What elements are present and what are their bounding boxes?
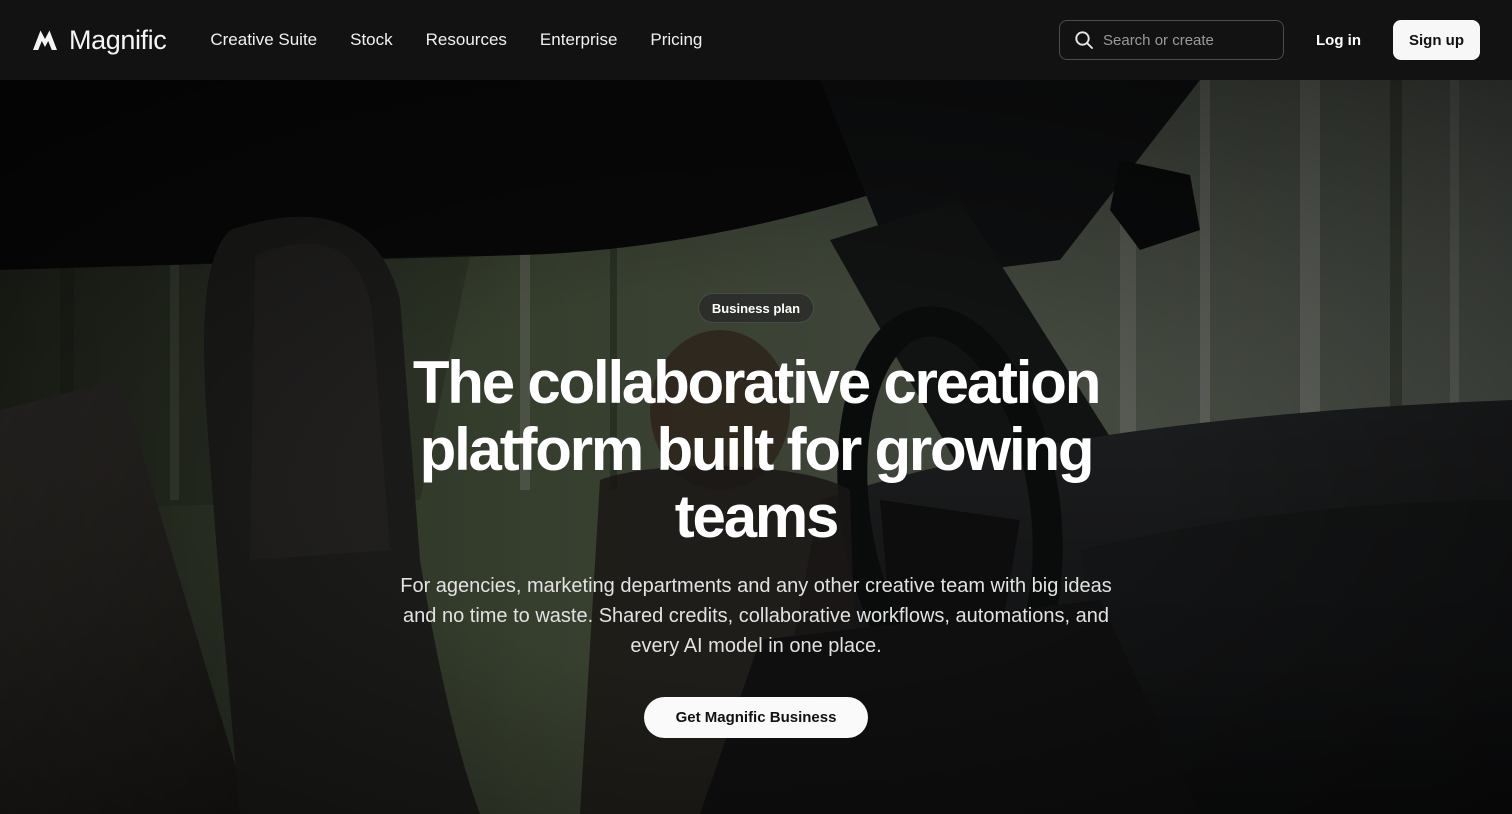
top-navigation-bar: Magnific Creative Suite Stock Resources … <box>0 0 1512 80</box>
login-link[interactable]: Log in <box>1316 32 1361 49</box>
search-icon <box>1075 31 1093 49</box>
main-nav: Creative Suite Stock Resources Enterpris… <box>210 30 702 50</box>
nav-item-enterprise[interactable]: Enterprise <box>540 30 617 50</box>
nav-item-resources[interactable]: Resources <box>426 30 507 50</box>
hero-content: Business plan The collaborative creation… <box>0 80 1512 814</box>
hero-headline: The collaborative creation platform buil… <box>412 349 1102 550</box>
plan-badge: Business plan <box>697 293 815 323</box>
search-input[interactable] <box>1103 31 1263 49</box>
get-business-button[interactable]: Get Magnific Business <box>643 697 869 738</box>
nav-item-stock[interactable]: Stock <box>350 30 393 50</box>
nav-item-creative-suite[interactable]: Creative Suite <box>210 30 317 50</box>
hero-subtext: For agencies, marketing departments and … <box>400 575 1112 657</box>
magnific-logo-icon <box>33 30 57 50</box>
search-box[interactable] <box>1059 20 1284 60</box>
page: Magnific Creative Suite Stock Resources … <box>0 0 1512 814</box>
brand-logo-link[interactable]: Magnific <box>32 24 167 56</box>
brand-name: Magnific <box>69 24 167 55</box>
nav-item-pricing[interactable]: Pricing <box>650 30 702 50</box>
hero-section: Business plan The collaborative creation… <box>0 80 1512 814</box>
signup-button[interactable]: Sign up <box>1393 20 1480 60</box>
header-actions: Log in Sign up <box>1059 20 1480 60</box>
